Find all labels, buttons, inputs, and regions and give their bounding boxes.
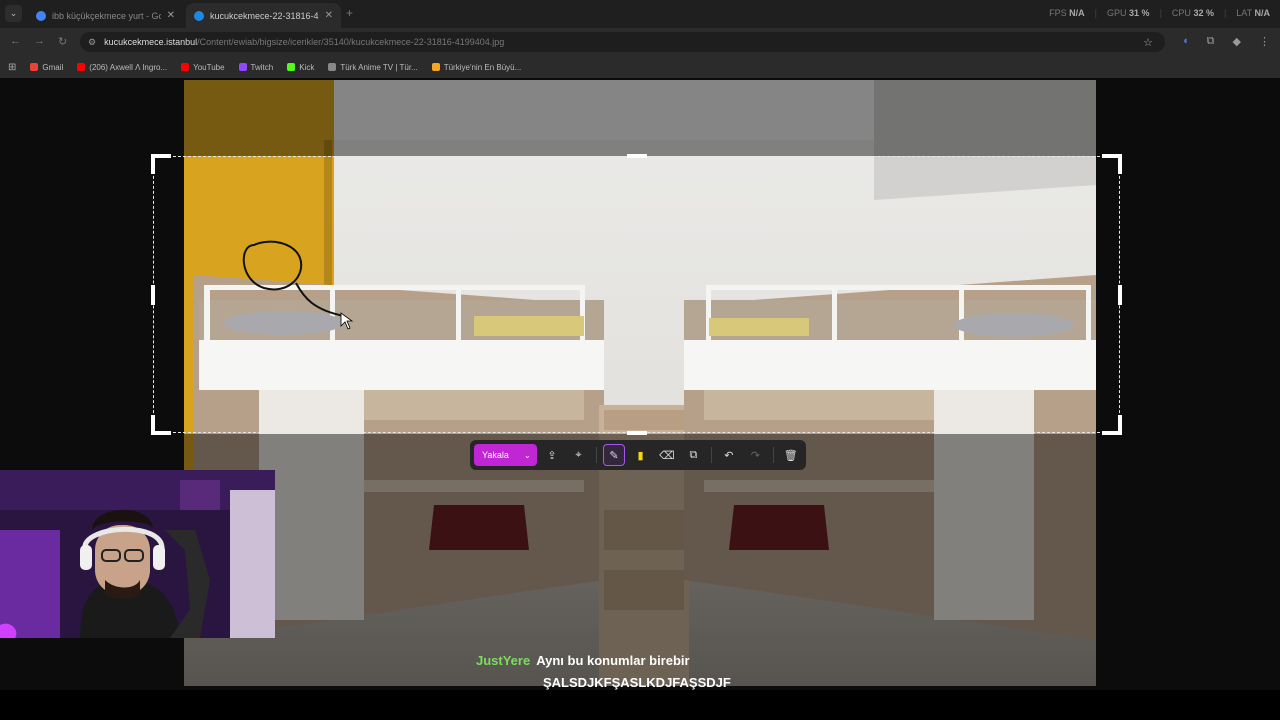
- trash-icon[interactable]: 🗑: [780, 444, 802, 466]
- redo-icon[interactable]: ↷: [744, 444, 766, 466]
- youtube-icon: [181, 63, 190, 71]
- highlighter-icon[interactable]: ▮: [629, 444, 651, 466]
- resize-handle-top-left[interactable]: [151, 154, 171, 174]
- youtube-icon: [77, 63, 86, 71]
- bookmark-youtube[interactable]: YouTube: [181, 63, 225, 72]
- address-bar[interactable]: ⚙ kucukcekmece.istanbul/Content/ewiab/bi…: [80, 32, 1165, 52]
- resize-handle-bottom-right[interactable]: [1102, 415, 1122, 435]
- eraser-icon[interactable]: ⌫: [656, 444, 678, 466]
- shapes-icon[interactable]: ⧉: [682, 444, 704, 466]
- bookmark-axwell[interactable]: (206) Axwell Λ Ingro...: [77, 63, 167, 72]
- share-icon[interactable]: ⇪: [541, 444, 563, 466]
- site-icon: [328, 63, 337, 71]
- google-favicon-icon: [36, 10, 46, 21]
- site-icon: [431, 63, 440, 71]
- pen-icon[interactable]: ✎: [602, 444, 626, 466]
- divider: [710, 447, 712, 463]
- webcam-overlay: [0, 470, 275, 638]
- extension-icon[interactable]: ◖: [1182, 35, 1189, 48]
- resize-handle-top-right[interactable]: [1102, 154, 1122, 174]
- bookmark-gmail[interactable]: Gmail: [30, 63, 63, 72]
- streamer-camera-image: [0, 470, 275, 638]
- perf-gpu: GPU 31 %: [1107, 8, 1150, 18]
- profile-icon[interactable]: ◆: [1233, 35, 1241, 48]
- chat-text-line2: ŞALSDJKFŞASLKDJFAŞSDJF: [543, 675, 731, 690]
- bookmark-twitch[interactable]: Twitch: [238, 63, 273, 72]
- tab-title: ibb küçükçekmece yurt - Goo...: [52, 10, 161, 21]
- twitch-icon: [238, 63, 247, 71]
- menu-kebab-icon[interactable]: ⋮: [1259, 35, 1270, 48]
- site-favicon-icon: [194, 10, 204, 21]
- new-tab-icon[interactable]: +: [346, 6, 353, 20]
- snip-toolbar: Yakala ⌄ ⇪ ⌖ ✎ ▮ ⌫ ⧉ ↶ ↷ 🗑: [470, 440, 806, 470]
- chat-text-line1: Aynı bu konumlar birebir: [536, 653, 690, 668]
- browser-toolbar: ← → ↻ ⚙ kucukcekmece.istanbul/Content/ew…: [0, 28, 1280, 56]
- visual-search-icon[interactable]: ⌖: [567, 444, 589, 466]
- reload-icon[interactable]: ↻: [58, 35, 67, 48]
- tab-title: kucukcekmece-22-31816-4199...: [210, 10, 319, 21]
- perf-cpu: CPU 32 %: [1171, 8, 1214, 18]
- performance-overlay: FPS N/A | GPU 31 % | CPU 32 % | LAT N/A: [1049, 8, 1270, 18]
- resize-handle-bottom[interactable]: [627, 431, 647, 435]
- extensions-puzzle-icon[interactable]: ⧉: [1207, 35, 1215, 48]
- gmail-icon: [30, 63, 39, 71]
- close-tab-icon[interactable]: ✕: [167, 10, 175, 21]
- url-host: kucukcekmece.istanbul: [104, 37, 198, 47]
- close-tab-icon[interactable]: ✕: [325, 10, 333, 21]
- screen: ⌄ ibb küçükçekmece yurt - Goo... ✕ kucuk…: [0, 0, 1280, 720]
- bookmark-turk-anime[interactable]: Türk Anime TV | Tür...: [328, 63, 418, 72]
- tab-search-icon[interactable]: ⌄: [5, 5, 22, 22]
- bookmark-turkiye[interactable]: Türkiye'nin En Büyü...: [431, 63, 521, 72]
- divider: [595, 447, 597, 463]
- resize-handle-top[interactable]: [627, 154, 647, 158]
- divider: [772, 447, 774, 463]
- perf-fps: FPS N/A: [1049, 8, 1085, 18]
- site-info-icon[interactable]: ⚙: [88, 37, 96, 48]
- forward-arrow-icon[interactable]: →: [34, 35, 45, 47]
- tab-image[interactable]: kucukcekmece-22-31816-4199... ✕: [186, 3, 341, 28]
- perf-lat: LAT N/A: [1236, 8, 1270, 18]
- resize-handle-left[interactable]: [151, 285, 155, 305]
- resize-handle-bottom-left[interactable]: [151, 415, 171, 435]
- capture-label: Yakala: [482, 450, 509, 460]
- bookmark-kick[interactable]: Kick: [287, 63, 314, 72]
- tab-bar: ⌄ ibb küçükçekmece yurt - Goo... ✕ kucuk…: [0, 0, 1280, 28]
- bookmark-star-icon[interactable]: ☆: [1143, 36, 1153, 49]
- apps-grid-icon[interactable]: ⊞: [8, 62, 16, 73]
- url-path: /Content/ewiab/bigsize/icerikler/35140/k…: [197, 37, 505, 47]
- back-arrow-icon[interactable]: ←: [10, 35, 21, 47]
- tab-google-search[interactable]: ibb küçükçekmece yurt - Goo... ✕: [28, 3, 183, 28]
- undo-icon[interactable]: ↶: [718, 444, 740, 466]
- snip-selection-region[interactable]: [151, 154, 1122, 435]
- capture-button[interactable]: Yakala ⌄: [474, 444, 537, 466]
- kick-icon: [287, 63, 296, 71]
- bookmarks-bar: ⊞ Gmail (206) Axwell Λ Ingro... YouTube …: [0, 56, 1280, 78]
- resize-handle-right[interactable]: [1118, 285, 1122, 305]
- chevron-down-icon[interactable]: ⌄: [524, 451, 531, 460]
- chat-username: JustYere: [476, 653, 531, 668]
- chat-message: JustYere Aynı bu konumlar birebir ŞALSDJK…: [476, 650, 731, 690]
